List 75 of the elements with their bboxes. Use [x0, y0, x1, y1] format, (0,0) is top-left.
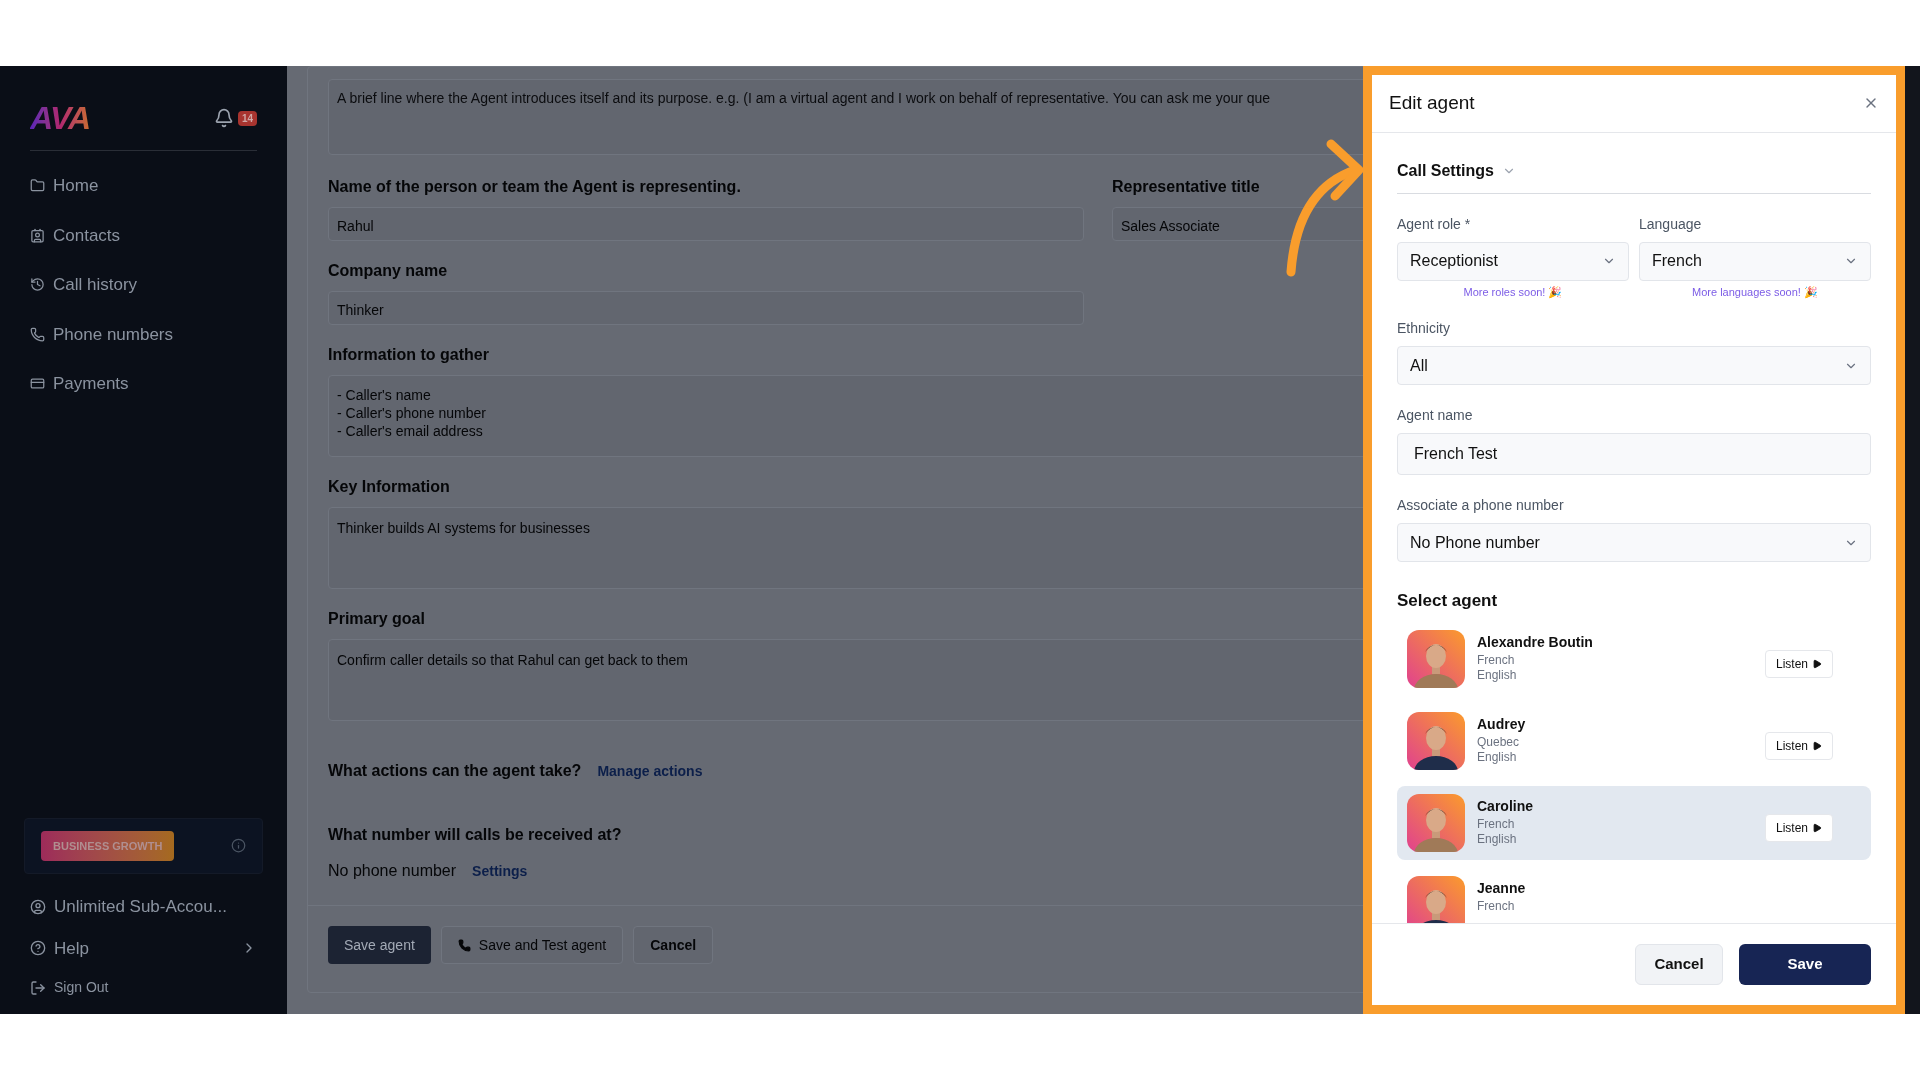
- phone-number-value: No phone number: [328, 861, 457, 881]
- hint-text: More roles soon! 🎉: [1463, 284, 1563, 300]
- history-icon: [30, 277, 45, 293]
- listen-button[interactable]: Listen: [1764, 813, 1833, 842]
- nav-item[interactable]: Call history: [30, 270, 257, 300]
- field-label: Name of the person or team the Agent is representing.: [328, 177, 742, 197]
- section-heading: Select agent: [1397, 590, 1499, 612]
- card-icon: [30, 376, 45, 392]
- sidebar-footer-item[interactable]: Help: [30, 935, 257, 961]
- select-field[interactable]: All: [1397, 346, 1871, 385]
- help-icon: [30, 940, 46, 957]
- nav-item[interactable]: Phone numbers: [30, 319, 257, 349]
- text-field[interactable]: Sales Associate: [1112, 207, 1363, 241]
- agent-name: Audrey: [1477, 714, 1526, 734]
- field-label: Company name: [328, 261, 449, 281]
- field-label: Associate a phone number: [1397, 496, 1565, 515]
- save-and-test-button[interactable]: Save and Test agent: [440, 926, 624, 964]
- save-button[interactable]: Save: [1739, 944, 1871, 985]
- field-label: Primary goal: [328, 609, 426, 629]
- sidebar-footer-item[interactable]: Sign Out: [30, 977, 257, 998]
- cancel-button[interactable]: Cancel: [633, 926, 714, 964]
- agent-language: French: [1477, 816, 1516, 832]
- phone-icon: [30, 326, 45, 342]
- agent-name: Jeanne: [1477, 878, 1526, 898]
- section-question: What number will calls be received at?: [328, 825, 623, 845]
- agent-language: Quebec: [1477, 734, 1521, 750]
- listen-button[interactable]: Listen: [1764, 649, 1833, 678]
- phone-icon: [457, 938, 471, 952]
- agent-language: French: [1477, 898, 1516, 914]
- contact-card-icon: [30, 227, 45, 243]
- agent-language: French: [1477, 652, 1516, 668]
- plan-badge: BUSINESS GROWTH: [41, 830, 175, 861]
- bell-icon[interactable]: [213, 108, 234, 128]
- cancel-button[interactable]: Cancel: [1635, 944, 1723, 985]
- nav-item[interactable]: Contacts: [30, 220, 257, 250]
- agent-language: English: [1477, 749, 1518, 765]
- field-label: Information to gather: [328, 345, 490, 365]
- intro-textarea[interactable]: A brief line where the Agent introduces itself and its purpose. e.g. (I am a virtual agent and I work on behalf of representative. You can ask me your que: [328, 79, 1363, 155]
- user-icon: [30, 898, 46, 915]
- call-settings-toggle[interactable]: Call Settings: [1397, 158, 1871, 194]
- play-icon: [1812, 740, 1822, 751]
- field-label: Ethnicity: [1397, 319, 1451, 338]
- hint-text: More languages soon! 🎉: [1692, 284, 1818, 300]
- agent-language: English: [1477, 831, 1518, 847]
- play-icon: [1812, 822, 1822, 833]
- agent-name-input[interactable]: French Test: [1397, 433, 1871, 475]
- field-label: Language: [1639, 214, 1703, 234]
- dialog-title: Edit agent: [1389, 91, 1475, 115]
- agent-option[interactable]: Caroline French English Listen: [1397, 785, 1871, 860]
- nav-item[interactable]: Payments: [30, 369, 257, 399]
- select-field[interactable]: French: [1639, 241, 1871, 281]
- nav-item[interactable]: Home: [30, 171, 257, 201]
- textarea[interactable]: Confirm caller details so that Rahul can get back to them: [328, 639, 1363, 721]
- save-agent-button[interactable]: Save agent: [328, 926, 431, 964]
- text-field[interactable]: Thinker: [328, 291, 1084, 325]
- agent-name: Caroline: [1477, 796, 1533, 816]
- field-label: Representative title: [1112, 177, 1261, 197]
- text-field[interactable]: Rahul: [328, 207, 1084, 241]
- folder-icon: [30, 178, 45, 194]
- notification-count: 14: [237, 110, 257, 126]
- agent-language: English: [1477, 667, 1518, 683]
- field-label: Key Information: [328, 477, 451, 497]
- sign-out-icon: [30, 979, 46, 996]
- textarea[interactable]: - Caller's name - Caller's phone number - Caller's email address: [328, 375, 1363, 457]
- textarea[interactable]: Thinker builds AI systems for businesses: [328, 507, 1363, 589]
- field-label: Agent name: [1397, 406, 1474, 425]
- info-icon[interactable]: [231, 838, 246, 854]
- play-icon: [1812, 658, 1822, 669]
- agent-name: Alexandre Boutin: [1477, 632, 1593, 652]
- field-label: Agent role *: [1397, 214, 1472, 234]
- section-question: What actions can the agent take?: [328, 761, 582, 781]
- select-field[interactable]: Receptionist: [1397, 241, 1629, 281]
- select-field[interactable]: No Phone number: [1397, 523, 1871, 562]
- listen-button[interactable]: Listen: [1764, 731, 1833, 760]
- sidebar-footer-item[interactable]: Unlimited Sub-Accou...: [30, 894, 257, 920]
